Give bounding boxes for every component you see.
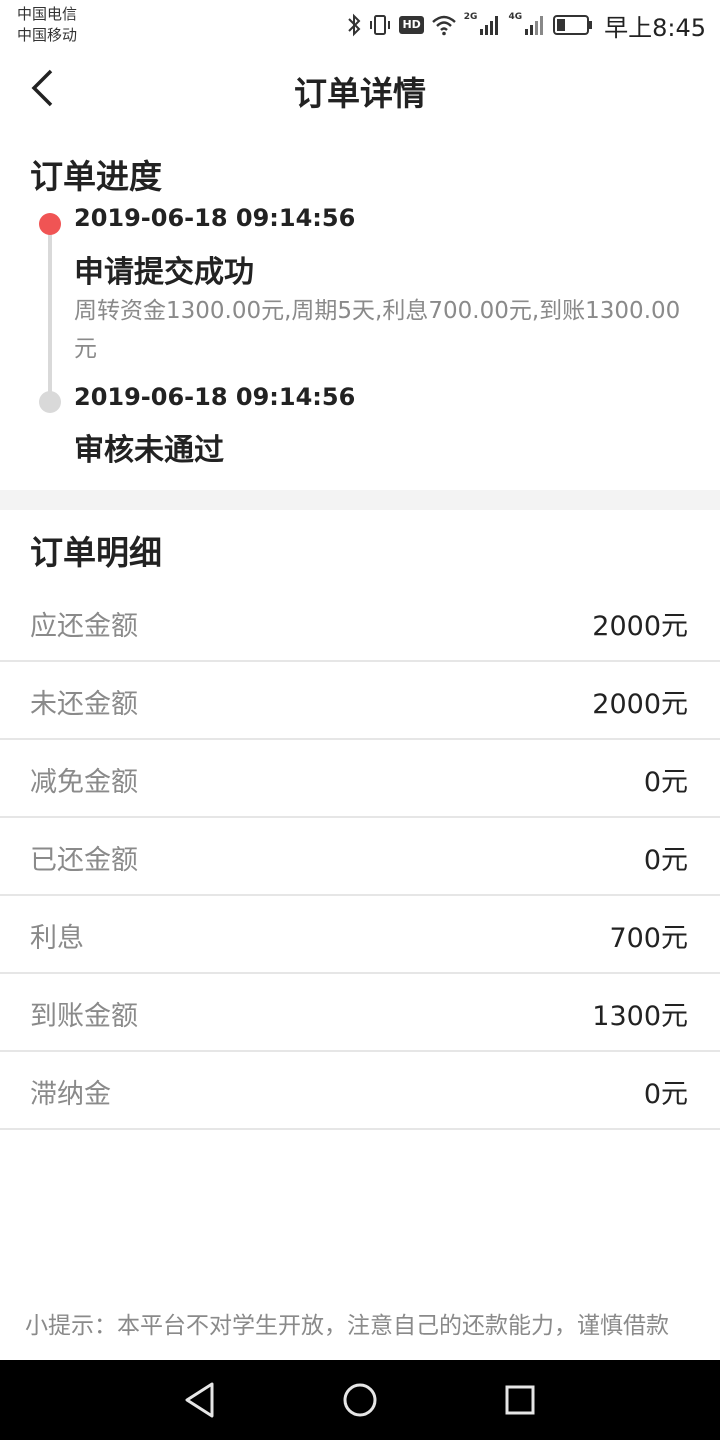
timeline-dot-active [39,213,61,235]
battery-icon [553,14,593,36]
wifi-icon [431,14,457,36]
detail-row-paid-amount: 已还金额 0元 [0,818,720,896]
detail-value: 0元 [643,1079,688,1110]
detail-row-received-amount: 到账金额 1300元 [0,974,720,1052]
nav-bar: 订单详情 [0,50,720,128]
detail-label: 到账金额 [30,1001,138,1032]
detail-row-interest: 利息 700元 [0,896,720,974]
network-type-2: 4G [508,12,523,22]
detail-value: 2000元 [592,611,688,642]
back-triangle-icon [182,1381,218,1423]
signal-icon [479,14,501,36]
timeline-line [48,226,52,402]
timeline-time: 2019-06-18 09:14:56 [74,204,356,232]
carrier-2: 中国移动 [17,26,78,44]
detail-row-due-amount: 应还金额 2000元 [0,584,720,662]
detail-label: 已还金额 [30,845,138,876]
bluetooth-icon [347,13,361,37]
detail-value: 700元 [609,923,688,954]
detail-row-unpaid-amount: 未还金额 2000元 [0,662,720,740]
timeline-status: 申请提交成功 [74,255,254,290]
system-home-button[interactable] [338,1380,382,1424]
details-list: 应还金额 2000元 未还金额 2000元 减免金额 0元 已还金额 0元 利息… [0,584,720,1130]
detail-value: 2000元 [592,689,688,720]
carrier-1: 中国电信 [17,5,78,23]
system-back-button[interactable] [178,1380,222,1424]
detail-value: 0元 [643,845,688,876]
detail-value: 0元 [643,767,688,798]
section-divider [0,490,720,510]
system-nav-bar [0,1360,720,1440]
detail-label: 利息 [30,923,84,954]
status-bar: 中国电信 中国移动 HD 2G 4G 早上8:45 [0,0,720,50]
detail-row-waived-amount: 减免金额 0元 [0,740,720,818]
clock: 早上8:45 [604,13,706,42]
timeline-description: 周转资金1300.00元,周期5天,利息700.00元,到账1300.00元 [74,298,681,362]
system-recent-button[interactable] [498,1380,542,1424]
signal-icon-2 [524,14,546,36]
page-title: 订单详情 [294,74,426,113]
timeline-dot-inactive [39,391,61,413]
network-type-1: 2G [463,12,478,22]
hd-badge: HD [399,16,424,34]
timeline-time: 2019-06-18 09:14:56 [74,383,356,411]
details-section-title: 订单明细 [30,533,162,572]
detail-label: 未还金额 [30,689,138,720]
status-icons: HD 2G 4G 早上8:45 [347,8,706,42]
progress-section-title: 订单进度 [30,157,162,196]
timeline-status: 审核未通过 [74,433,224,468]
detail-label: 应还金额 [30,611,138,642]
detail-label: 减免金额 [30,767,138,798]
home-circle-icon [341,1381,379,1423]
vibrate-icon [368,13,392,37]
detail-value: 1300元 [592,1001,688,1032]
tip-text: 小提示：本平台不对学生开放，注意自己的还款能力，谨慎借款 [25,1313,669,1339]
detail-label: 滞纳金 [30,1079,111,1110]
detail-row-late-fee: 滞纳金 0元 [0,1052,720,1130]
carrier-info: 中国电信 中国移动 [17,4,77,46]
recent-square-icon [503,1383,537,1421]
